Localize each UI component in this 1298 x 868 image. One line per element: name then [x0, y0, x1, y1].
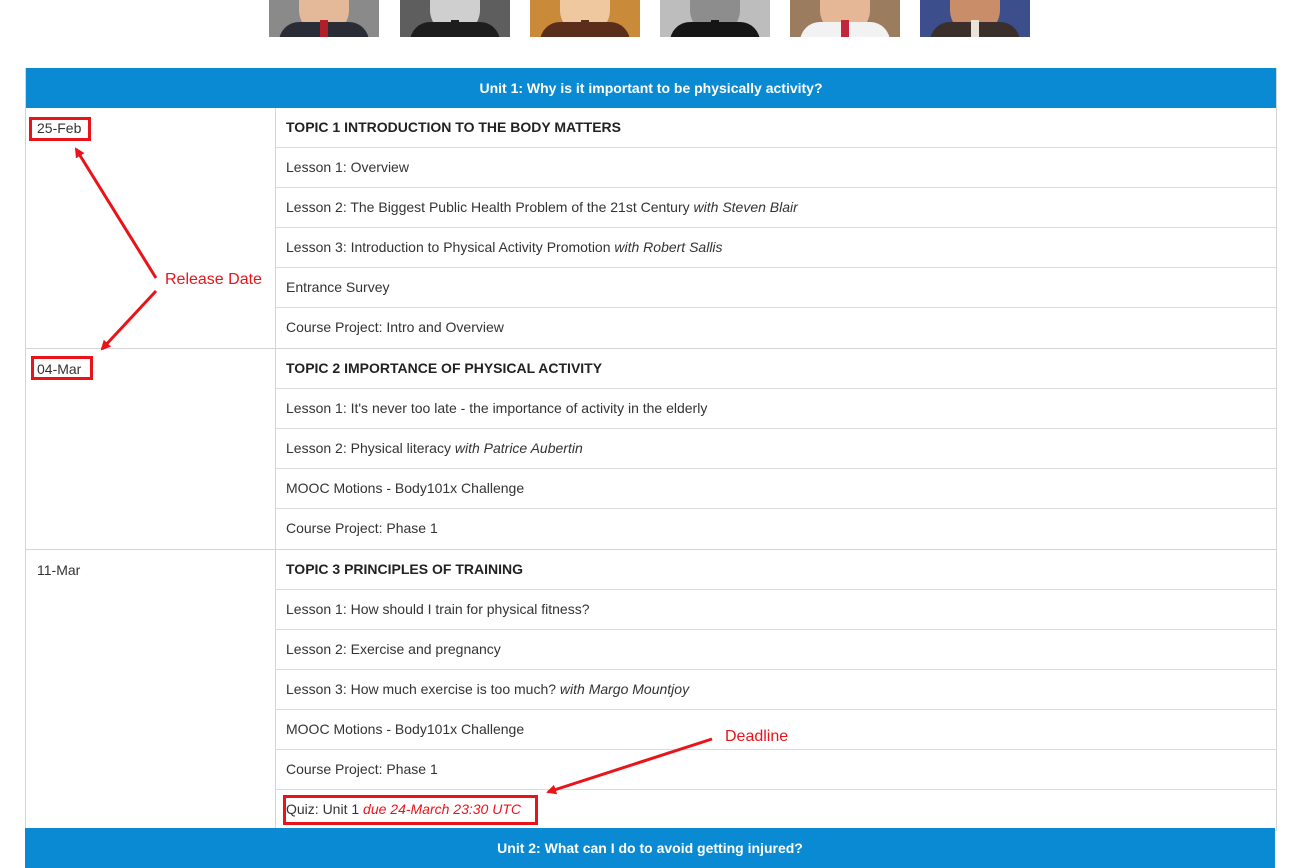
lesson-item[interactable]: MOOC Motions - Body101x Challenge — [276, 469, 1276, 509]
lesson-item[interactable]: Lesson 3: Introduction to Physical Activ… — [276, 228, 1276, 268]
release-date-cell: 25-Feb — [26, 108, 276, 348]
item-label: Lesson 3: How much exercise is too much? — [286, 681, 557, 697]
guest-speaker: with Robert Sallis — [614, 239, 723, 255]
item-label: Lesson 1: It's never too late - the impo… — [286, 400, 708, 416]
item-label: Entrance Survey — [286, 279, 390, 295]
item-label: MOOC Motions - Body101x Challenge — [286, 480, 525, 496]
item-label: Lesson 2: Physical literacy — [286, 440, 451, 456]
guest-speaker: with Patrice Aubertin — [454, 440, 583, 456]
topic-items: TOPIC 2 IMPORTANCE OF PHYSICAL ACTIVITY L… — [276, 349, 1276, 549]
portrait-6 — [920, 0, 1030, 37]
unit-2-header: Unit 2: What can I do to avoid getting i… — [25, 828, 1275, 868]
topic-row: 25-Feb TOPIC 1 INTRODUCTION TO THE BODY M… — [26, 108, 1276, 349]
tie-shape — [841, 20, 849, 37]
lesson-item[interactable]: Course Project: Intro and Overview — [276, 308, 1276, 348]
item-label: Course Project: Phase 1 — [286, 520, 438, 536]
unit-1-header: Unit 1: Why is it important to be physic… — [26, 68, 1276, 108]
portrait-4 — [660, 0, 770, 37]
tie-shape — [711, 20, 719, 37]
topic-title: TOPIC 1 INTRODUCTION TO THE BODY MATTERS — [276, 108, 1276, 148]
lesson-item[interactable]: Course Project: Phase 1 — [276, 509, 1276, 549]
tie-shape — [320, 20, 328, 37]
lesson-item[interactable]: Lesson 3: How much exercise is too much?… — [276, 670, 1276, 710]
tie-shape — [971, 20, 979, 37]
lesson-item[interactable]: Entrance Survey — [276, 268, 1276, 308]
unit-1-schedule: Unit 1: Why is it important to be physic… — [25, 68, 1277, 831]
guest-speaker: with Steven Blair — [693, 199, 798, 215]
portrait-2 — [400, 0, 510, 37]
lesson-item[interactable]: Lesson 2: The Biggest Public Health Prob… — [276, 188, 1276, 228]
item-label: MOOC Motions - Body101x Challenge — [286, 721, 525, 737]
portrait-5 — [790, 0, 900, 37]
item-label: Lesson 3: Introduction to Physical Activ… — [286, 239, 611, 255]
item-label: Lesson 1: Overview — [286, 159, 409, 175]
release-date-annotation: Release Date — [165, 271, 262, 288]
instructor-portraits — [0, 0, 1298, 37]
lesson-item[interactable]: Course Project: Phase 1 — [276, 750, 1276, 790]
release-date: 11-Mar — [37, 562, 81, 578]
topic-row: 04-Mar TOPIC 2 IMPORTANCE OF PHYSICAL ACT… — [26, 349, 1276, 550]
tie-shape — [581, 20, 589, 37]
deadline-annotation: Deadline — [725, 728, 789, 745]
portrait-1 — [269, 0, 379, 37]
topic-items: TOPIC 3 PRINCIPLES OF TRAINING Lesson 1: … — [276, 550, 1276, 830]
release-date-cell: 11-Mar — [26, 550, 276, 830]
topic-title: TOPIC 3 PRINCIPLES OF TRAINING — [276, 550, 1276, 590]
lesson-item[interactable]: Lesson 1: Overview — [276, 148, 1276, 188]
lesson-item[interactable]: Lesson 2: Exercise and pregnancy — [276, 630, 1276, 670]
guest-speaker: with Margo Mountjoy — [559, 681, 690, 697]
tie-shape — [451, 20, 459, 37]
topic-title: TOPIC 2 IMPORTANCE OF PHYSICAL ACTIVITY — [276, 349, 1276, 389]
lesson-item[interactable]: Lesson 2: Physical literacy with Patrice… — [276, 429, 1276, 469]
item-label: Course Project: Phase 1 — [286, 761, 438, 777]
topic-row: 11-Mar TOPIC 3 PRINCIPLES OF TRAINING Less… — [26, 550, 1276, 831]
item-label: Course Project: Intro and Overview — [286, 319, 504, 335]
item-label: Lesson 2: Exercise and pregnancy — [286, 641, 501, 657]
release-date-highlight-2 — [31, 356, 93, 380]
lesson-item[interactable]: Lesson 1: It's never too late - the impo… — [276, 389, 1276, 429]
item-label: Lesson 2: The Biggest Public Health Prob… — [286, 199, 690, 215]
release-date-highlight-1 — [29, 117, 91, 141]
deadline-highlight — [283, 795, 538, 825]
topic-items: TOPIC 1 INTRODUCTION TO THE BODY MATTERS… — [276, 108, 1276, 348]
lesson-item[interactable]: Lesson 1: How should I train for physica… — [276, 590, 1276, 630]
portrait-3 — [530, 0, 640, 37]
item-label: Lesson 1: How should I train for physica… — [286, 601, 590, 617]
